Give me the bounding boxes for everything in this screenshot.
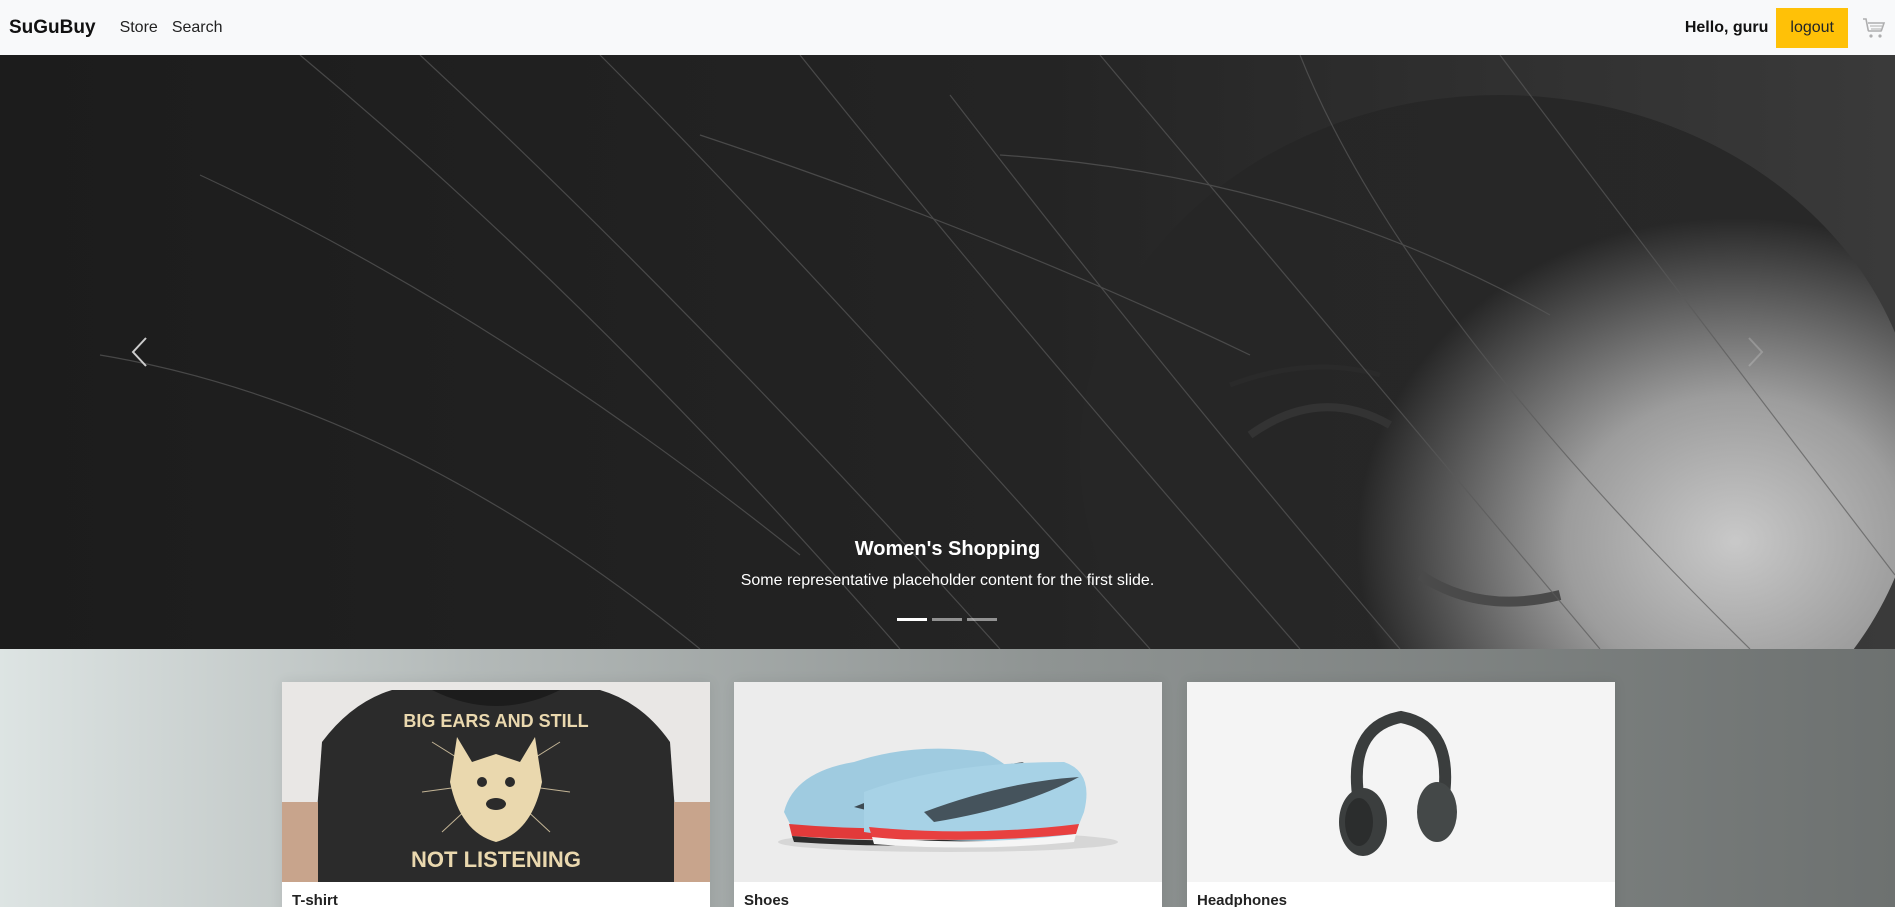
brand-logo[interactable]: SuGuBuy <box>9 17 96 39</box>
chevron-left-icon <box>131 337 147 367</box>
chevron-right-icon <box>1748 337 1764 367</box>
slide-text: Some representative placeholder content … <box>740 572 1155 589</box>
logout-button[interactable]: logout <box>1776 7 1848 48</box>
hero-carousel: Women's Shopping Some representative pla… <box>0 55 1895 649</box>
tshirt-text-bottom: NOT LISTENING <box>411 847 581 872</box>
carousel-indicator-2[interactable] <box>932 618 962 621</box>
shopping-cart-icon[interactable] <box>1862 16 1886 40</box>
nav-link-search[interactable]: Search <box>172 19 223 37</box>
product-section: BIG EARS AND STILL NOT LISTENING T-shirt… <box>0 649 1895 907</box>
product-title: Shoes <box>744 892 790 907</box>
slide-title: Women's Shopping <box>854 538 1041 560</box>
product-title: T-shirt <box>292 892 338 907</box>
tshirt-image: BIG EARS AND STILL NOT LISTENING <box>282 682 710 882</box>
product-card-headphones[interactable]: Headphones <box>1187 682 1615 907</box>
product-card-tshirt[interactable]: BIG EARS AND STILL NOT LISTENING T-shirt <box>282 682 710 907</box>
product-card-shoes[interactable]: Shoes <box>734 682 1162 907</box>
navbar: SuGuBuy Store Search Hello, guru logout <box>0 0 1895 55</box>
headphones-image <box>1187 682 1615 882</box>
carousel-indicator-1[interactable] <box>897 618 927 621</box>
carousel-indicators <box>897 618 997 621</box>
carousel-indicator-3[interactable] <box>967 618 997 621</box>
nav-link-store[interactable]: Store <box>120 19 158 37</box>
tshirt-text-top: BIG EARS AND STILL <box>403 711 588 731</box>
user-greeting: Hello, guru <box>1684 18 1769 36</box>
shoes-image <box>734 682 1162 882</box>
product-title: Headphones <box>1197 892 1288 907</box>
navbar-right: Hello, guru logout <box>1685 0 1895 55</box>
